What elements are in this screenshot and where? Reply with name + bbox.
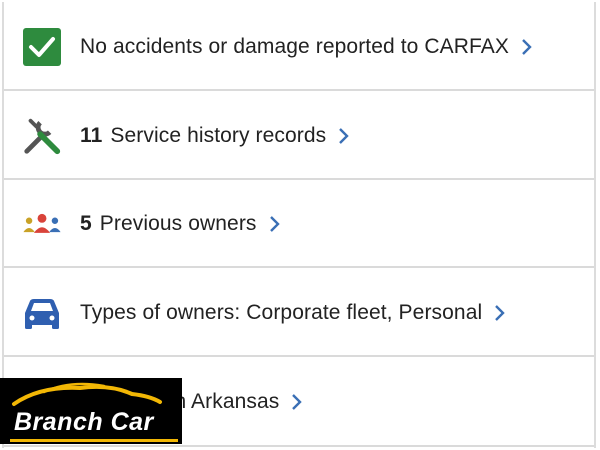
accident-report-text: No accidents or damage reported to CARFA… [80,35,509,58]
check-icon [21,26,63,68]
chevron-right-icon [495,305,505,322]
carfax-summary-page: No accidents or damage reported to CARFA… [0,0,600,450]
service-history-item[interactable]: 11 Service history records [4,94,594,180]
branch-car-watermark: Branch Car [0,378,182,444]
chevron-right-icon [269,216,280,233]
car-icon [21,292,63,334]
accident-report-item[interactable]: No accidents or damage reported to CARFA… [4,5,594,91]
people-icon [21,203,63,245]
chevron-right-icon [522,39,532,56]
service-count: 11 [80,124,103,147]
owner-types-text: Types of owners: Corporate fleet, Person… [80,301,483,324]
owner-types-label: Types of owners: Corporate fleet, Person… [80,301,506,325]
chevron-right-icon [339,128,349,145]
watermark-underline [10,439,178,442]
service-history-label: 11 Service history records [80,124,350,148]
wrench-screwdriver-icon [21,115,63,157]
watermark-text: Branch Car [14,408,154,436]
accident-report-label: No accidents or damage reported to CARFA… [80,35,533,59]
service-history-text: Service history records [110,124,327,147]
previous-owners-item[interactable]: 5 Previous owners [4,182,594,268]
previous-owners-text: Previous owners [99,212,257,235]
chevron-right-icon [292,394,303,411]
owner-types-item[interactable]: Types of owners: Corporate fleet, Person… [4,271,594,357]
owner-count: 5 [80,212,92,235]
previous-owners-label: 5 Previous owners [80,212,281,236]
